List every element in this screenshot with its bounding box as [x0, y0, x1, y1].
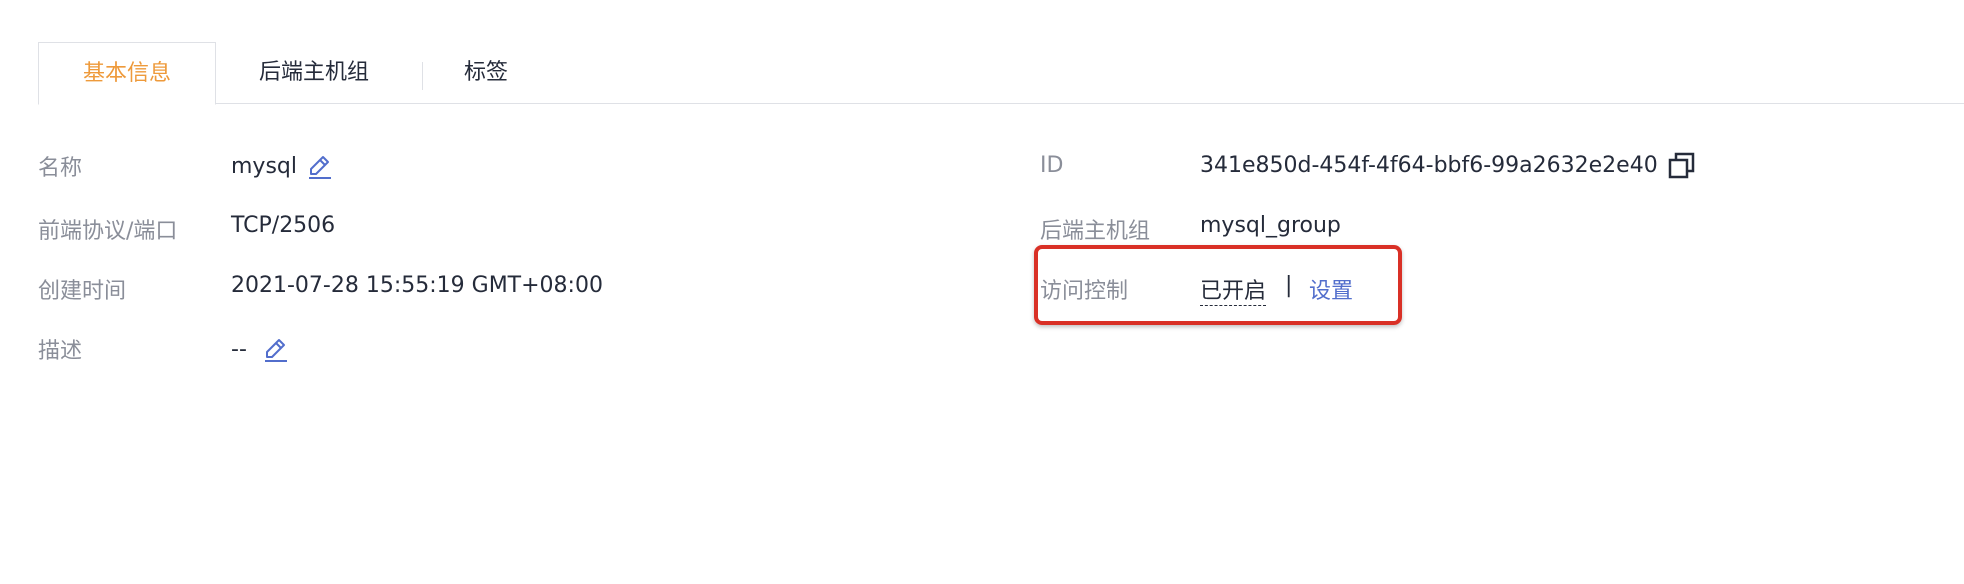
tab-backend-group[interactable]: 后端主机组	[259, 42, 369, 104]
edit-name-icon[interactable]	[305, 152, 335, 182]
access-control-status-text: 已开启	[1200, 279, 1267, 306]
description-value: --	[231, 337, 247, 362]
access-control-status: 已开启	[1200, 273, 1267, 306]
copy-icon[interactable]	[1667, 151, 1697, 181]
access-control-settings-link[interactable]: 设置	[1309, 273, 1353, 305]
name-label: 名称	[38, 156, 83, 181]
tab-separator	[422, 62, 423, 90]
listener-detail-page: 基本信息 后端主机组 标签 名称 mysql 前端协议/端口 TCP/2506 …	[0, 0, 1964, 584]
protocol-label: 前端协议/端口	[38, 219, 178, 244]
tab-basic-info[interactable]: 基本信息	[38, 42, 216, 105]
tab-bar: 基本信息 后端主机组 标签	[38, 42, 1964, 105]
access-control-separator: |	[1285, 273, 1293, 298]
id-label: ID	[1040, 153, 1064, 178]
edit-description-icon[interactable]	[261, 335, 291, 365]
backend-group-value: mysql_group	[1200, 213, 1341, 238]
protocol-value: TCP/2506	[231, 213, 336, 238]
created-label: 创建时间	[38, 279, 127, 304]
description-label: 描述	[38, 339, 83, 364]
created-value: 2021-07-28 15:55:19 GMT+08:00	[231, 273, 603, 298]
name-value: mysql	[231, 154, 297, 179]
tab-tags[interactable]: 标签	[464, 42, 508, 104]
access-control-label: 访问控制	[1040, 279, 1129, 304]
id-value: 341e850d-454f-4f64-bbf6-99a2632e2e40	[1200, 153, 1658, 178]
backend-group-label: 后端主机组	[1040, 219, 1151, 244]
